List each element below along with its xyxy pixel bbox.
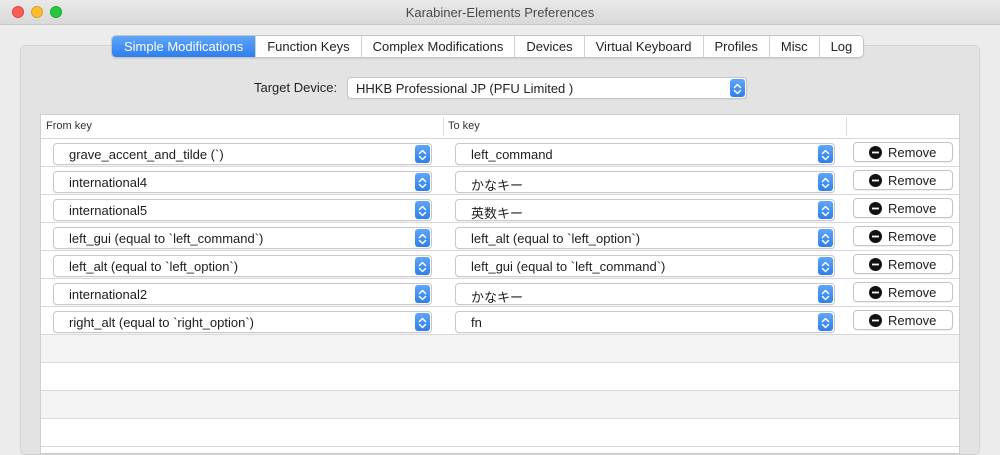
title-bar: Karabiner-Elements Preferences xyxy=(0,0,1000,25)
to-key-select[interactable]: left_command xyxy=(455,143,835,165)
to-key-select[interactable]: left_gui (equal to `left_command`) xyxy=(455,255,835,277)
tab-misc[interactable]: Misc xyxy=(768,36,819,57)
table-header: From key To key xyxy=(41,115,959,139)
popup-arrows-icon xyxy=(415,285,430,303)
target-device-value: HHKB Professional JP (PFU Limited ) xyxy=(356,81,574,96)
empty-table-row xyxy=(41,335,959,363)
to-key-select[interactable]: かなキー xyxy=(455,171,835,193)
remove-button[interactable]: Remove xyxy=(853,310,953,330)
popup-arrows-icon xyxy=(415,201,430,219)
remove-button-label: Remove xyxy=(888,285,937,300)
table-row: international4 かなキー Remove xyxy=(41,167,959,195)
tab-profiles[interactable]: Profiles xyxy=(702,36,769,57)
popup-arrows-icon xyxy=(415,145,430,163)
remove-button[interactable]: Remove xyxy=(853,226,953,246)
to-key-header: To key xyxy=(448,120,480,132)
to-key-value: left_gui (equal to `left_command`) xyxy=(471,259,666,274)
empty-table-row xyxy=(41,363,959,391)
remove-button-label: Remove xyxy=(888,313,937,328)
from-key-value: international5 xyxy=(69,203,148,218)
popup-arrows-icon xyxy=(818,173,833,191)
table-row: grave_accent_and_tilde (`) left_command Re… xyxy=(41,139,959,167)
popup-arrows-icon xyxy=(818,257,833,275)
from-key-header: From key xyxy=(46,120,92,132)
modifications-table: From key To key grave_accent_and_tilde (… xyxy=(40,114,960,454)
tab-function-keys[interactable]: Function Keys xyxy=(255,36,360,57)
tab-devices[interactable]: Devices xyxy=(514,36,583,57)
from-key-select[interactable]: right_alt (equal to `right_option`) xyxy=(53,311,432,333)
tab-simple-modifications[interactable]: Simple Modifications xyxy=(112,36,256,57)
minus-circle-icon xyxy=(869,174,882,187)
tab-complex-modifications[interactable]: Complex Modifications xyxy=(360,36,515,57)
remove-button-label: Remove xyxy=(888,229,937,244)
to-key-select[interactable]: かなキー xyxy=(455,283,835,305)
remove-button-label: Remove xyxy=(888,173,937,188)
minus-circle-icon xyxy=(869,314,882,327)
table-row: right_alt (equal to `right_option`) fn Rem… xyxy=(41,307,959,335)
from-key-select[interactable]: left_gui (equal to `left_command`) xyxy=(53,227,432,249)
remove-button[interactable]: Remove xyxy=(853,254,953,274)
target-device-label: Target Device: xyxy=(254,80,338,95)
from-key-value: left_alt (equal to `left_option`) xyxy=(69,259,239,274)
from-key-select[interactable]: international2 xyxy=(53,283,432,305)
to-key-select[interactable]: 英数キー xyxy=(455,199,835,221)
from-key-value: international2 xyxy=(69,287,148,302)
to-key-select[interactable]: left_alt (equal to `left_option`) xyxy=(455,227,835,249)
to-key-value: fn xyxy=(471,315,482,330)
table-row: left_gui (equal to `left_command`) left_a… xyxy=(41,223,959,251)
column-divider xyxy=(443,117,444,136)
to-key-value: 英数キー xyxy=(471,206,524,221)
popup-arrows-icon xyxy=(415,173,430,191)
remove-button[interactable]: Remove xyxy=(853,198,953,218)
empty-table-row xyxy=(41,391,959,419)
minus-circle-icon xyxy=(869,286,882,299)
to-key-select[interactable]: fn xyxy=(455,311,835,333)
popup-arrows-icon xyxy=(818,229,833,247)
table-row: international5 英数キー Remove xyxy=(41,195,959,223)
target-device-select[interactable]: HHKB Professional JP (PFU Limited ) xyxy=(347,77,747,99)
remove-button-label: Remove xyxy=(888,201,937,216)
remove-button[interactable]: Remove xyxy=(853,282,953,302)
from-key-value: left_gui (equal to `left_command`) xyxy=(69,231,264,246)
from-key-select[interactable]: international4 xyxy=(53,171,432,193)
from-key-select[interactable]: grave_accent_and_tilde (`) xyxy=(53,143,432,165)
popup-arrows-icon xyxy=(415,229,430,247)
to-key-value: かなキー xyxy=(471,290,524,305)
tab-log[interactable]: Log xyxy=(818,36,864,57)
popup-arrows-icon xyxy=(818,201,833,219)
tab-bar: Simple Modifications Function Keys Compl… xyxy=(111,35,865,58)
popup-arrows-icon xyxy=(415,313,430,331)
from-key-select[interactable]: left_alt (equal to `left_option`) xyxy=(53,255,432,277)
remove-button[interactable]: Remove xyxy=(853,170,953,190)
column-divider xyxy=(846,117,847,136)
minus-circle-icon xyxy=(869,202,882,215)
window-title: Karabiner-Elements Preferences xyxy=(405,5,595,20)
to-key-value: left_alt (equal to `left_option`) xyxy=(471,231,641,246)
from-key-select[interactable]: international5 xyxy=(53,199,432,221)
remove-button-label: Remove xyxy=(888,145,937,160)
to-key-value: left_command xyxy=(471,147,553,162)
table-row: left_alt (equal to `left_option`) left_gu… xyxy=(41,251,959,279)
table-row: international2 かなキー Remove xyxy=(41,279,959,307)
popup-arrows-icon xyxy=(818,285,833,303)
remove-button[interactable]: Remove xyxy=(853,142,953,162)
popup-arrows-icon xyxy=(730,79,745,97)
tab-virtual-keyboard[interactable]: Virtual Keyboard xyxy=(583,36,703,57)
minus-circle-icon xyxy=(869,258,882,271)
popup-arrows-icon xyxy=(415,257,430,275)
minus-circle-icon xyxy=(869,230,882,243)
from-key-value: international4 xyxy=(69,175,148,190)
to-key-value: かなキー xyxy=(471,178,524,193)
popup-arrows-icon xyxy=(818,145,833,163)
from-key-value: right_alt (equal to `right_option`) xyxy=(69,315,254,330)
minus-circle-icon xyxy=(869,146,882,159)
popup-arrows-icon xyxy=(818,313,833,331)
from-key-value: grave_accent_and_tilde (`) xyxy=(69,147,224,162)
remove-button-label: Remove xyxy=(888,257,937,272)
